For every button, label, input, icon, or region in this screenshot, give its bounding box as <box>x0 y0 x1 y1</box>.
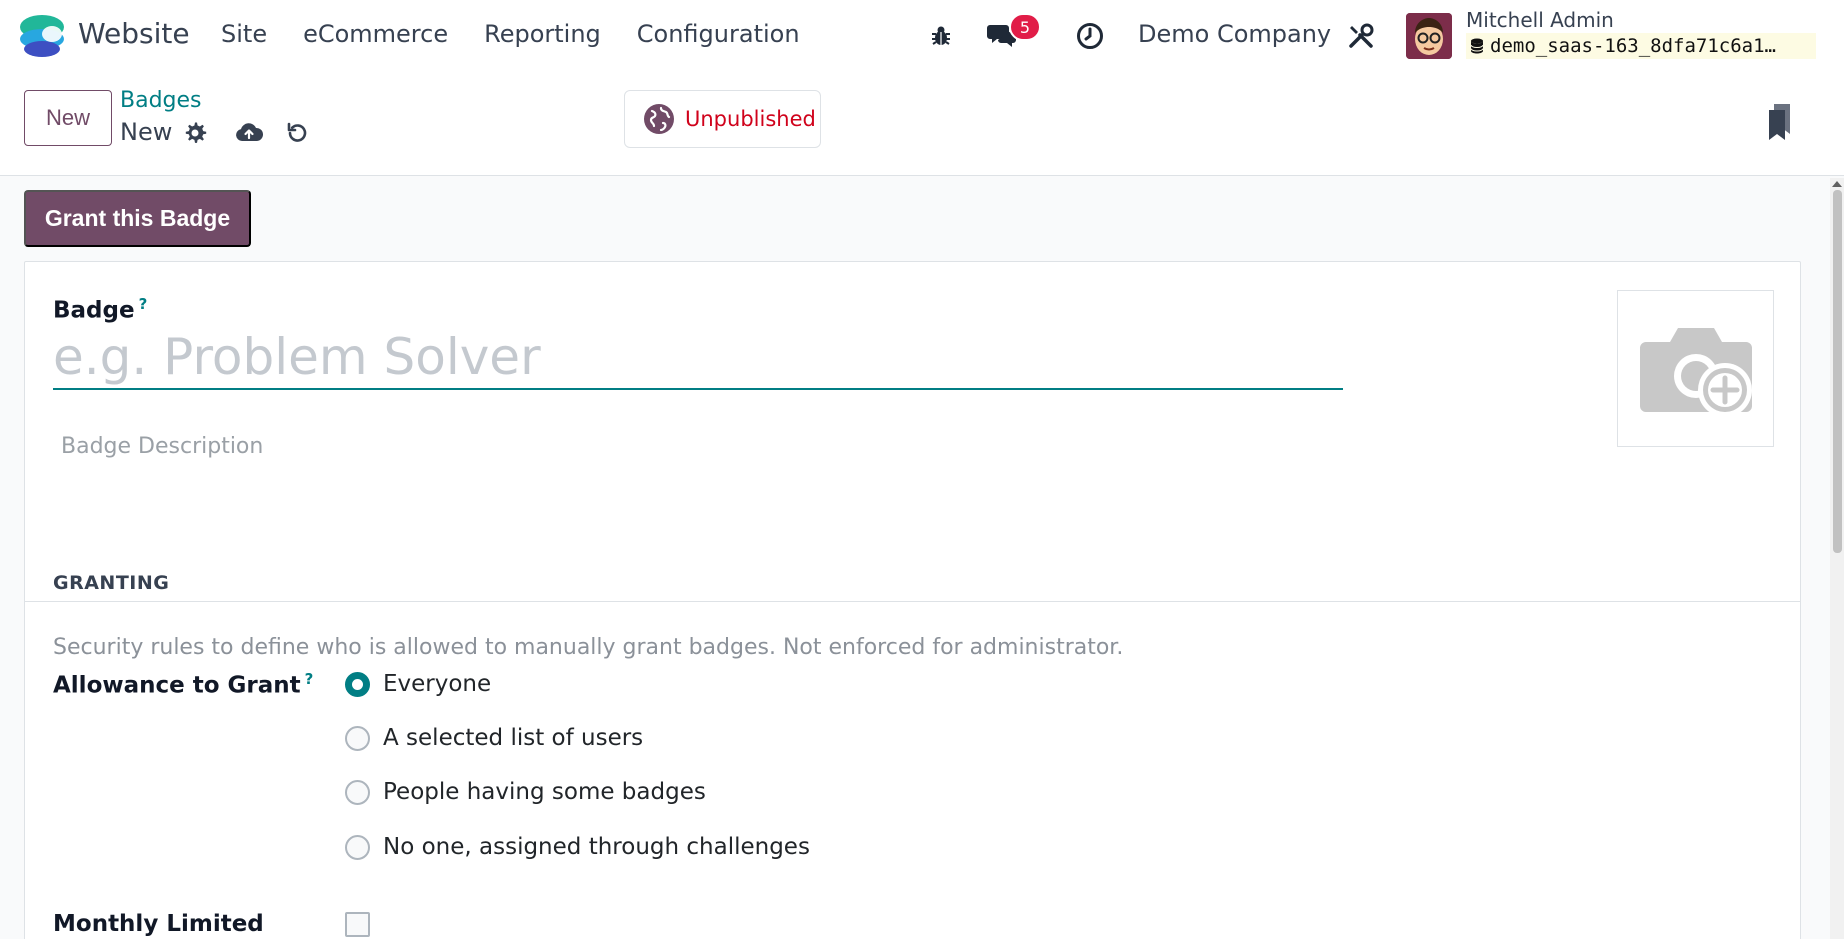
badge-help-tooltip[interactable]: ? <box>139 295 148 313</box>
user-name[interactable]: Mitchell Admin <box>1466 8 1614 32</box>
debug-bug-icon[interactable] <box>924 19 958 53</box>
menu-site[interactable]: Site <box>221 20 267 48</box>
publish-toggle-button[interactable]: Unpublished <box>624 90 821 148</box>
menu-ecommerce[interactable]: eCommerce <box>303 20 448 48</box>
badge-label-text: Badge <box>53 297 135 324</box>
radio-button[interactable] <box>345 834 370 860</box>
scrollbar-thumb[interactable] <box>1833 190 1842 553</box>
database-name: demo_saas-163_8dfa71c6a1… <box>1466 33 1816 59</box>
gear-icon[interactable] <box>180 118 210 148</box>
section-divider <box>25 601 1800 602</box>
radio-label: A selected list of users <box>383 725 644 751</box>
database-name-text: demo_saas-163_8dfa71c6a1… <box>1490 35 1776 57</box>
radio-option-selected-users[interactable]: A selected list of users <box>345 725 643 751</box>
radio-button[interactable] <box>345 779 370 805</box>
user-avatar[interactable] <box>1406 13 1452 59</box>
granting-help-text: Security rules to define who is allowed … <box>53 635 1124 660</box>
globe-icon <box>644 104 674 134</box>
radio-option-badge-holders[interactable]: People having some badges <box>345 779 706 805</box>
grant-badge-button[interactable]: Grant this Badge <box>24 190 251 247</box>
tools-wrench-icon[interactable] <box>1344 19 1378 53</box>
new-button[interactable]: New <box>24 90 112 146</box>
badge-name-label: Badge? <box>53 295 147 324</box>
monthly-limited-label: Monthly Limited <box>53 911 264 937</box>
form-sheet: Badge? GRANTING Security rules to define… <box>24 261 1801 939</box>
radio-label: Everyone <box>383 671 492 697</box>
company-switcher[interactable]: Demo Company <box>1138 20 1331 48</box>
publish-status-label: Unpublished <box>685 107 816 131</box>
radio-button-checked[interactable] <box>345 671 370 697</box>
badge-name-input[interactable] <box>53 326 1343 390</box>
camera-add-icon <box>1639 327 1752 417</box>
breadcrumb-badges[interactable]: Badges <box>120 88 202 113</box>
radio-label: People having some badges <box>383 779 706 805</box>
allowance-label-text: Allowance to Grant <box>53 672 301 699</box>
granting-section-title: GRANTING <box>53 572 170 594</box>
radio-label: No one, assigned through challenges <box>383 834 810 860</box>
breadcrumb-current: New <box>120 118 173 146</box>
monthly-limited-checkbox[interactable] <box>345 912 370 937</box>
menu-reporting[interactable]: Reporting <box>484 20 601 48</box>
save-cloud-icon[interactable] <box>234 118 264 148</box>
bookmark-icon[interactable] <box>1766 102 1794 142</box>
control-panel: New Badges New Unpublished <box>0 72 1844 176</box>
badge-description-input[interactable] <box>61 434 1341 524</box>
top-navbar: Website Site eCommerce Reporting Configu… <box>0 0 1844 72</box>
message-count-badge: 5 <box>1009 13 1041 41</box>
radio-option-everyone[interactable]: Everyone <box>345 671 491 697</box>
main-menu: Site eCommerce Reporting Configuration <box>221 20 800 48</box>
allowance-label: Allowance to Grant? <box>53 670 313 699</box>
badge-image-upload[interactable] <box>1617 290 1774 447</box>
activity-clock-icon[interactable] <box>1073 19 1107 53</box>
allowance-help-tooltip[interactable]: ? <box>305 670 314 688</box>
app-name[interactable]: Website <box>78 17 190 50</box>
database-icon <box>1470 38 1484 54</box>
scrollbar-up-arrow-icon[interactable] <box>1832 181 1842 187</box>
radio-button[interactable] <box>345 725 370 751</box>
radio-option-no-one[interactable]: No one, assigned through challenges <box>345 834 810 860</box>
app-logo-icon[interactable] <box>18 12 66 60</box>
menu-configuration[interactable]: Configuration <box>637 20 800 48</box>
discard-undo-icon[interactable] <box>282 118 312 148</box>
